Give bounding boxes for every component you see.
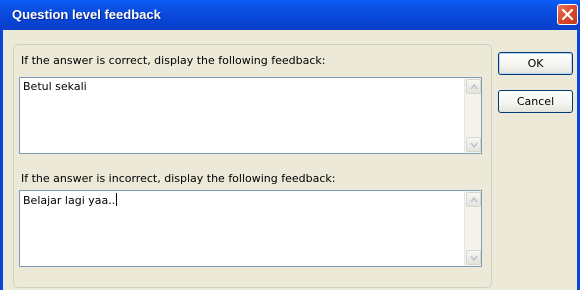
incorrect-feedback-scrollbar[interactable] — [464, 191, 481, 266]
chevron-down-icon — [470, 142, 478, 148]
scroll-up-button[interactable] — [466, 79, 481, 94]
feedback-group: If the answer is correct, display the fo… — [13, 44, 492, 288]
correct-feedback-label: If the answer is correct, display the fo… — [21, 54, 326, 67]
scroll-down-button[interactable] — [466, 250, 481, 265]
close-icon — [561, 8, 574, 21]
dialog-body: If the answer is correct, display the fo… — [3, 30, 577, 290]
text-caret — [116, 193, 118, 206]
dialog-title: Question level feedback — [12, 7, 161, 22]
chevron-up-icon — [470, 197, 478, 203]
chevron-down-icon — [470, 255, 478, 261]
incorrect-feedback-label: If the answer is incorrect, display the … — [21, 172, 336, 185]
correct-feedback-scrollbar[interactable] — [464, 78, 481, 153]
incorrect-feedback-text: Belajar lagi yaa.. — [23, 194, 116, 207]
incorrect-feedback-value-wrap: Belajar lagi yaa.. — [23, 193, 118, 207]
scroll-down-button[interactable] — [466, 137, 481, 152]
dialog-window: Question level feedback If the answer is… — [0, 0, 580, 290]
scroll-up-button[interactable] — [466, 192, 481, 207]
correct-feedback-textarea[interactable]: Betul sekali — [19, 77, 482, 154]
cancel-button[interactable]: Cancel — [498, 90, 573, 113]
ok-button[interactable]: OK — [498, 52, 573, 75]
incorrect-feedback-textarea[interactable]: Belajar lagi yaa.. — [19, 190, 482, 267]
correct-feedback-text: Betul sekali — [23, 80, 87, 93]
chevron-up-icon — [470, 84, 478, 90]
close-button[interactable] — [557, 4, 578, 25]
title-bar[interactable]: Question level feedback — [0, 0, 580, 30]
